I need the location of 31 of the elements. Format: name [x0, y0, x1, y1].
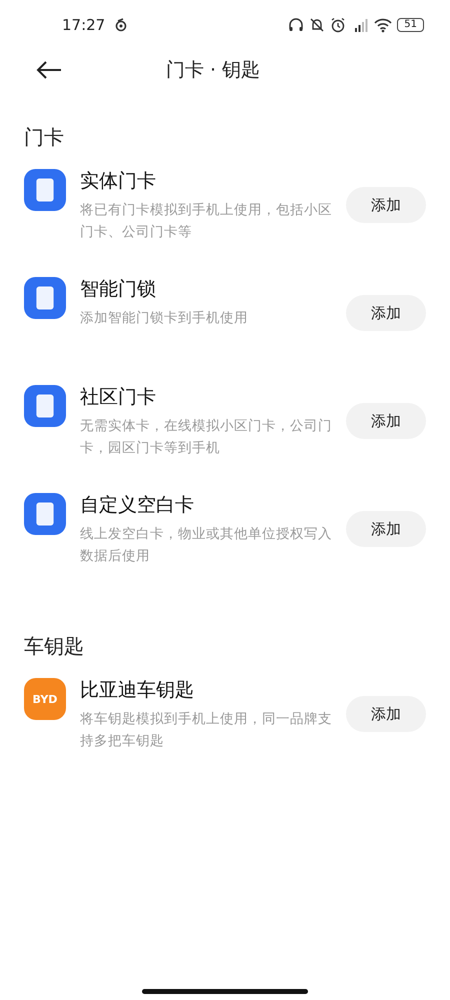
muted-bell-icon	[309, 17, 326, 33]
section-title: 车钥匙	[24, 633, 85, 660]
item-description: 将车钥匙模拟到手机上使用，同一品牌支持多把车钥匙	[80, 710, 332, 751]
add-button[interactable]: 添加	[346, 511, 426, 547]
headphones-icon	[288, 17, 304, 33]
item-description: 无需实体卡，在线模拟小区门卡，公司门卡，园区门卡等到手机	[80, 417, 332, 458]
card-icon	[24, 385, 66, 427]
swirl-icon	[114, 18, 128, 32]
back-arrow-icon[interactable]	[36, 61, 62, 79]
wifi-icon	[374, 17, 392, 33]
item-description: 线上发空白卡，物业或其他单位授权写入数据后使用	[80, 525, 332, 566]
add-button[interactable]: 添加	[346, 187, 426, 223]
card-icon	[24, 169, 66, 211]
add-button[interactable]: 添加	[346, 696, 426, 732]
item-description: 添加智能门锁卡到手机使用	[80, 309, 249, 328]
alarm-icon	[330, 17, 346, 33]
item-description: 将已有门卡模拟到手机上使用，包括小区门卡、公司门卡等	[80, 201, 332, 242]
card-icon	[24, 493, 66, 535]
card-icon	[24, 277, 66, 319]
brand-logo: BYD	[24, 678, 66, 720]
add-button[interactable]: 添加	[346, 295, 426, 331]
item-title: 社区门卡	[80, 385, 157, 410]
add-button[interactable]: 添加	[346, 403, 426, 439]
page-title: 门卡 · 钥匙	[166, 58, 260, 83]
item-title: 比亚迪车钥匙	[80, 678, 195, 703]
item-title: 智能门锁	[80, 277, 157, 302]
item-title: 自定义空白卡	[80, 493, 195, 518]
status-time: 17:27	[62, 16, 106, 34]
section-title: 门卡	[24, 124, 65, 151]
battery-indicator: 51	[397, 18, 424, 32]
item-title: 实体门卡	[80, 169, 157, 194]
